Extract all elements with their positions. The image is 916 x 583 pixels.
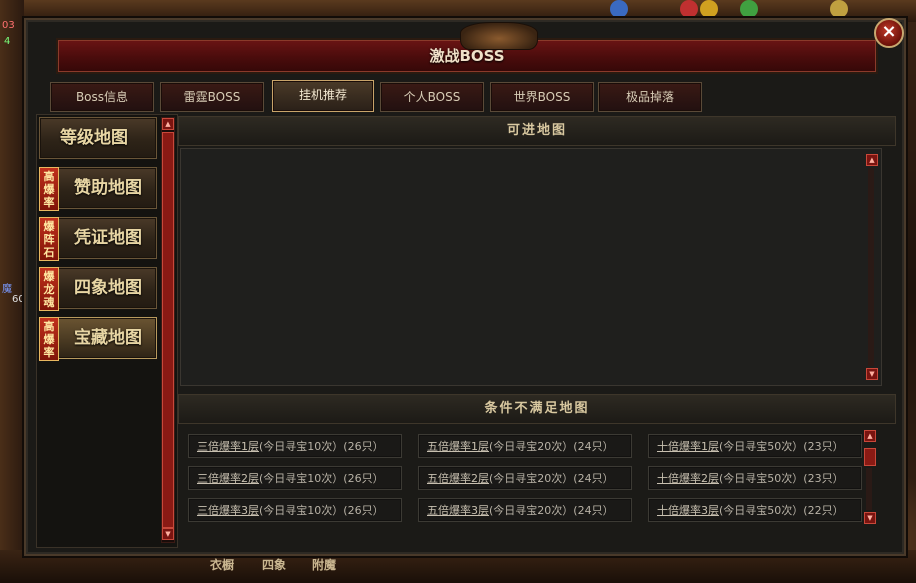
- available-maps-scrollbar[interactable]: ▲ ▼: [866, 154, 878, 380]
- gem-icon: [680, 0, 698, 18]
- map-entry-detail: (今日寻宝10次）(26只）: [259, 440, 384, 453]
- map-floor-link[interactable]: 三倍爆率1层: [197, 440, 259, 453]
- map-badge-char: 高: [43, 320, 55, 333]
- sidebar-item-level-map[interactable]: 等级地图: [39, 117, 157, 159]
- map-floor-link[interactable]: 三倍爆率3层: [197, 504, 259, 517]
- scroll-up-icon[interactable]: ▲: [866, 154, 878, 166]
- map-badge-char: 阵: [43, 233, 55, 246]
- map-badge: 爆龙魂: [39, 267, 59, 311]
- unavailable-maps-scrollbar[interactable]: ▲ ▼: [864, 430, 876, 524]
- map-floor-link[interactable]: 五倍爆率1层: [427, 440, 489, 453]
- scroll-down-icon[interactable]: ▼: [866, 368, 878, 380]
- sidebar-item-treasure-map[interactable]: 高爆率 宝藏地图: [39, 317, 157, 361]
- map-badge-char: 龙: [43, 283, 55, 296]
- map-floor-link[interactable]: 五倍爆率3层: [427, 504, 489, 517]
- bottom-hud-label[interactable]: 衣橱: [210, 556, 234, 573]
- map-badge-char: 爆: [43, 270, 55, 283]
- map-floor-link[interactable]: 十倍爆率2层: [657, 472, 719, 485]
- dialog-title-bar: 激战BOSS: [56, 22, 878, 74]
- map-badge: 高爆率: [39, 167, 59, 211]
- bottom-hud-label[interactable]: 附魔: [312, 556, 336, 573]
- map-entry[interactable]: 十倍爆率2层(今日寻宝50次）(23只）: [648, 466, 862, 490]
- hud-text: 4: [4, 36, 11, 47]
- map-entry[interactable]: 五倍爆率3层(今日寻宝20次）(24只）: [418, 498, 632, 522]
- sidebar-item-four-symbols-map[interactable]: 爆龙魂 四象地图: [39, 267, 157, 311]
- scroll-down-icon[interactable]: ▼: [162, 528, 174, 540]
- map-badge-char: 爆: [43, 333, 55, 346]
- sidebar-item-label: 等级地图: [60, 128, 128, 148]
- sidebar-item-sponsor-map[interactable]: 高爆率 赞助地图: [39, 167, 157, 211]
- tab-idle-recommend[interactable]: 挂机推荐: [272, 80, 374, 112]
- map-entry-detail: (今日寻宝20次）(24只）: [489, 504, 614, 517]
- sidebar-item-label: 四象地图: [74, 278, 142, 298]
- map-badge-char: 石: [43, 246, 55, 259]
- tab-personal-boss[interactable]: 个人BOSS: [380, 82, 484, 112]
- tab-world-boss[interactable]: 世界BOSS: [490, 82, 594, 112]
- map-badge-char: 爆: [43, 183, 55, 196]
- map-entry[interactable]: 五倍爆率2层(今日寻宝20次）(24只）: [418, 466, 632, 490]
- unavailable-maps-grid: 三倍爆率1层(今日寻宝10次）(26只） 五倍爆率1层(今日寻宝20次）(24只…: [188, 430, 876, 530]
- map-badge-char: 爆: [43, 220, 55, 233]
- hud-text: 魔: [2, 284, 12, 295]
- tab-rare-drops[interactable]: 极品掉落: [598, 82, 702, 112]
- gem-icon: [700, 0, 718, 18]
- boss-dialog: 激战BOSS × Boss信息 雷霆BOSS 挂机推荐 个人BOSS 世界BOS…: [24, 18, 906, 556]
- map-entry[interactable]: 十倍爆率1层(今日寻宝50次）(23只）: [648, 434, 862, 458]
- map-entry-detail: (今日寻宝20次）(24只）: [489, 472, 614, 485]
- scroll-thumb[interactable]: [162, 132, 174, 528]
- map-entry-detail: (今日寻宝10次）(26只）: [259, 472, 384, 485]
- gem-icon: [740, 0, 758, 18]
- map-floor-link[interactable]: 十倍爆率1层: [657, 440, 719, 453]
- map-entry-detail: (今日寻宝50次）(23只）: [719, 472, 844, 485]
- map-category-sidebar: 等级地图 高爆率 赞助地图 爆阵石 凭证地图 爆龙魂 四象地图 高爆率 宝藏地图…: [36, 114, 178, 548]
- sidebar-item-voucher-map[interactable]: 爆阵石 凭证地图: [39, 217, 157, 261]
- map-badge-char: 高: [43, 170, 55, 183]
- map-entry-detail: (今日寻宝50次）(22只）: [719, 504, 844, 517]
- map-entry-detail: (今日寻宝20次）(24只）: [489, 440, 614, 453]
- map-entry[interactable]: 五倍爆率1层(今日寻宝20次）(24只）: [418, 434, 632, 458]
- map-badge: 高爆率: [39, 317, 59, 361]
- available-maps-header: 可进地图: [178, 116, 896, 146]
- gem-icon: [610, 0, 628, 18]
- map-entry[interactable]: 三倍爆率2层(今日寻宝10次）(26只）: [188, 466, 402, 490]
- map-entry-detail: (今日寻宝50次）(23只）: [719, 440, 844, 453]
- dialog-title: 激战BOSS: [429, 47, 505, 65]
- hud-text: 60: [12, 294, 25, 305]
- map-floor-link[interactable]: 三倍爆率2层: [197, 472, 259, 485]
- scroll-track: [866, 468, 872, 510]
- sidebar-scrollbar[interactable]: ▲ ▼: [161, 117, 175, 543]
- map-floor-link[interactable]: 十倍爆率3层: [657, 504, 719, 517]
- close-button[interactable]: ×: [874, 18, 904, 48]
- map-badge-char: 率: [43, 346, 55, 359]
- tab-boss-info[interactable]: Boss信息: [50, 82, 154, 112]
- map-entry[interactable]: 三倍爆率3层(今日寻宝10次）(26只）: [188, 498, 402, 522]
- sidebar-item-label: 凭证地图: [74, 228, 142, 248]
- map-floor-link[interactable]: 五倍爆率2层: [427, 472, 489, 485]
- scroll-track: [868, 168, 874, 366]
- scroll-up-icon[interactable]: ▲: [162, 118, 174, 130]
- sidebar-item-label: 赞助地图: [74, 178, 142, 198]
- scroll-up-icon[interactable]: ▲: [864, 430, 876, 442]
- sidebar-item-label: 宝藏地图: [74, 328, 142, 348]
- map-entry[interactable]: 十倍爆率3层(今日寻宝50次）(22只）: [648, 498, 862, 522]
- map-list-panel: 可进地图 ▲ ▼ 条件不满足地图 三倍爆率1层(今日寻宝10次）(26只） 五倍…: [178, 114, 896, 546]
- map-badge-char: 魂: [43, 296, 55, 309]
- map-badge: 爆阵石: [39, 217, 59, 261]
- scroll-thumb[interactable]: [864, 448, 876, 466]
- available-maps-area: [180, 148, 882, 386]
- tab-thunder-boss[interactable]: 雷霆BOSS: [160, 82, 264, 112]
- unavailable-maps-header: 条件不满足地图: [178, 394, 896, 424]
- hud-text: 03: [2, 20, 15, 31]
- map-badge-char: 率: [43, 196, 55, 209]
- scroll-down-icon[interactable]: ▼: [864, 512, 876, 524]
- map-entry[interactable]: 三倍爆率1层(今日寻宝10次）(26只）: [188, 434, 402, 458]
- gem-icon: [830, 0, 848, 18]
- map-entry-detail: (今日寻宝10次）(26只）: [259, 504, 384, 517]
- bottom-hud-label[interactable]: 四象: [262, 556, 286, 573]
